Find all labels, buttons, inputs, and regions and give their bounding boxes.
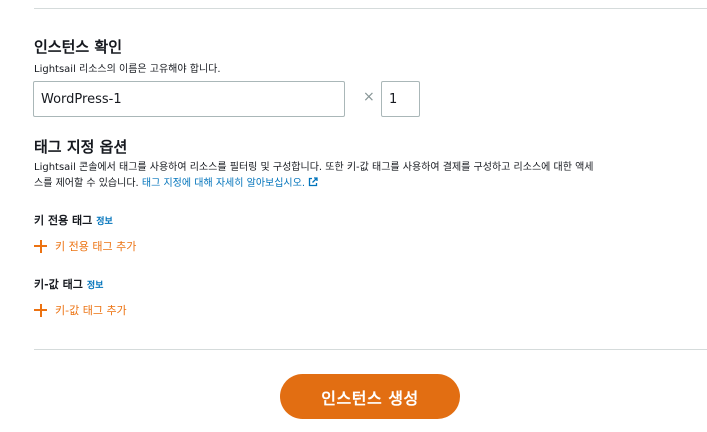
instance-name-input[interactable] (33, 81, 345, 117)
bottom-divider (34, 349, 707, 350)
external-link-icon (308, 177, 318, 193)
key-only-tags-heading: 키 전용 태그 정보 (34, 212, 113, 228)
plus-icon (34, 303, 47, 317)
key-value-tags-info-link[interactable]: 정보 (87, 281, 104, 291)
instance-confirm-description: Lightsail 리소스의 이름은 고유해야 합니다. (34, 64, 221, 75)
key-only-tags-title: 키 전용 태그 (34, 214, 93, 227)
tag-options-description: Lightsail 콘솔에서 태그를 사용하여 리소스를 필터링 및 구성합니다… (34, 160, 599, 193)
key-only-tags-info-link[interactable]: 정보 (96, 217, 113, 227)
add-key-value-tag-label: 키-값 태그 추가 (55, 304, 127, 317)
learn-more-tagging-link[interactable]: 태그 지정에 대해 자세히 알아보십시오. (142, 178, 305, 189)
key-value-tags-title: 키-값 태그 (34, 278, 83, 291)
add-key-only-tag-button[interactable]: 키 전용 태그 추가 (34, 238, 136, 254)
tag-options-title: 태그 지정 옵션 (34, 138, 128, 156)
instance-count-input[interactable] (381, 81, 420, 117)
times-icon: × (363, 89, 375, 105)
instance-confirm-title: 인스턴스 확인 (34, 38, 123, 56)
plus-icon (34, 239, 47, 253)
create-instance-button[interactable]: 인스턴스 생성 (280, 374, 460, 419)
key-value-tags-heading: 키-값 태그 정보 (34, 276, 103, 292)
add-key-only-tag-label: 키 전용 태그 추가 (55, 240, 137, 253)
add-key-value-tag-button[interactable]: 키-값 태그 추가 (34, 302, 127, 318)
top-divider (34, 8, 707, 9)
